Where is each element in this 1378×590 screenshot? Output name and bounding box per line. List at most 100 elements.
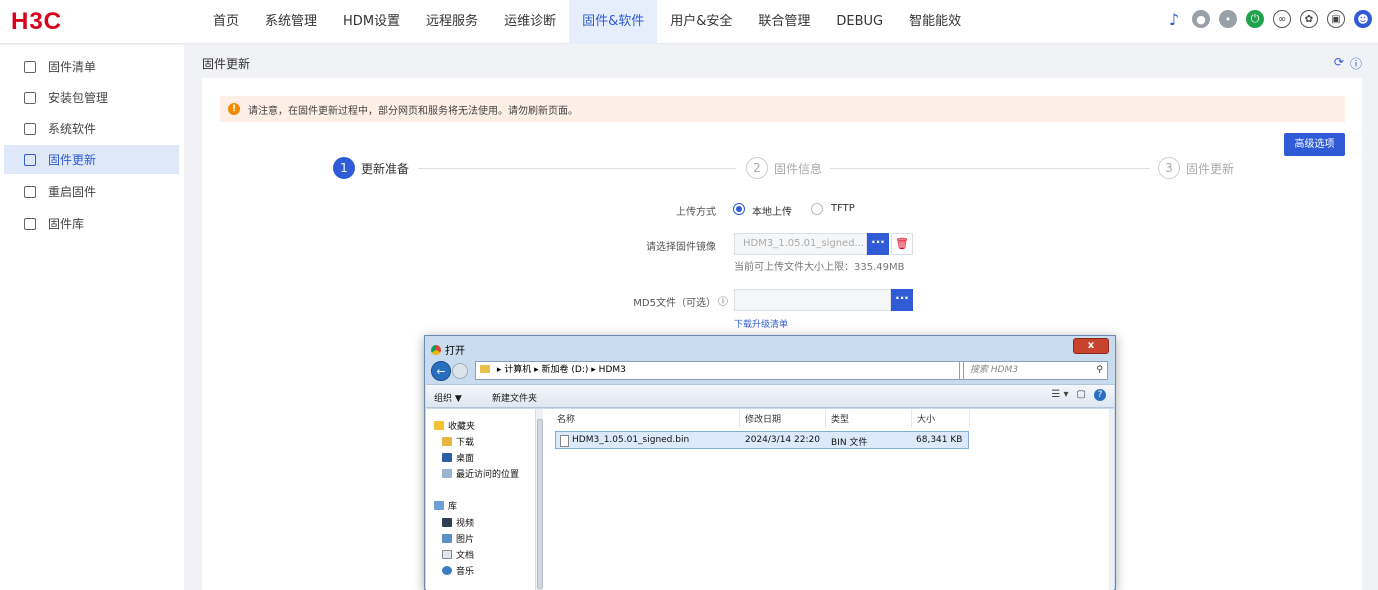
nav-pane-scrollbar[interactable] (535, 409, 543, 590)
uid-icon[interactable]: • (1219, 10, 1237, 28)
back-arrow-icon[interactable]: ← (431, 361, 451, 381)
step-number: 2 (746, 157, 768, 179)
nav-user-security[interactable]: 用户&安全 (657, 0, 745, 44)
nav-recent-places[interactable]: 最近访问的位置 (442, 467, 519, 480)
user-avatar-icon[interactable]: ☻ (1354, 10, 1372, 28)
refresh-icon[interactable]: ⟳ (1334, 55, 1344, 72)
file-row[interactable]: HDM3_1.05.01_signed.bin 2024/3/14 22:20 … (555, 431, 969, 449)
sidebar-item-package-management[interactable]: 安装包管理 (4, 83, 179, 112)
view-controls: ☰ ▾ ▢ ? (1051, 389, 1106, 401)
library-icon (434, 501, 444, 510)
column-divider (825, 409, 826, 428)
radio-tftp-label: TFTP (831, 203, 855, 214)
advanced-options-button[interactable]: 高级选项 (1284, 133, 1345, 156)
pictures-icon (442, 534, 452, 543)
forward-arrow-icon[interactable] (452, 363, 468, 379)
folder-icon (480, 365, 490, 373)
firmware-image-input[interactable]: HDM3_1.05.01_signed... (734, 233, 867, 255)
step-connector (830, 168, 1150, 169)
dialog-toolbar: 组织 ▼ 新建文件夹 ☰ ▾ ▢ ? (426, 384, 1114, 408)
preview-pane-icon[interactable]: ▢ (1077, 389, 1086, 401)
power-icon[interactable]: ⏻ (1246, 10, 1264, 28)
new-folder-button[interactable]: 新建文件夹 (492, 391, 537, 404)
browse-image-button[interactable]: ··· (867, 233, 889, 255)
question-icon[interactable]: ⓘ (718, 293, 728, 308)
h3c-logo[interactable]: H3C (11, 8, 62, 36)
column-type[interactable]: 类型 (831, 412, 849, 425)
address-row: ← ▸ 计算机 ▸ 新加卷 (D:) ▸ HDM3 ↻ 搜索 HDM3 ⚲ (429, 360, 1111, 382)
dialog-title: 打开 (431, 342, 465, 357)
dialog-close-button[interactable]: x (1073, 338, 1109, 354)
nav-videos[interactable]: 视频 (442, 516, 474, 529)
md5-file-input[interactable] (734, 289, 891, 311)
dialog-search-input[interactable]: 搜索 HDM3 ⚲ (963, 361, 1108, 380)
column-divider (911, 409, 912, 428)
star-icon (434, 421, 444, 430)
status-gray-icon[interactable]: ● (1192, 10, 1210, 28)
nav-music[interactable]: 音乐 (442, 564, 474, 577)
dialog-title-text: 打开 (445, 346, 465, 357)
update-icon (24, 153, 36, 166)
step-connector (418, 168, 736, 169)
palette-icon[interactable]: ✿ (1300, 10, 1318, 28)
chrome-icon (431, 344, 441, 355)
nav-home[interactable]: 首页 (200, 0, 252, 44)
nav-downloads[interactable]: 下载 (442, 435, 474, 448)
column-divider (969, 409, 970, 428)
firmware-image-label: 请选择固件镜像 (646, 242, 716, 253)
browse-md5-button[interactable]: ··· (891, 289, 913, 311)
nav-hdm-settings[interactable]: HDM设置 (330, 0, 413, 44)
address-bar[interactable]: ▸ 计算机 ▸ 新加卷 (D:) ▸ HDM3 (475, 361, 963, 380)
trash-icon[interactable]: 🗑 (891, 233, 913, 255)
nav-firmware-software[interactable]: 固件&软件 (569, 0, 658, 44)
clipboard-icon[interactable]: ▣ (1327, 10, 1345, 28)
nav-favorites[interactable]: 收藏夹 (434, 419, 475, 432)
step-label: 固件更新 (1186, 161, 1235, 176)
link-icon[interactable]: ∞ (1273, 10, 1291, 28)
column-divider (739, 409, 740, 428)
nav-libraries[interactable]: 库 (434, 499, 457, 512)
nav-diagnostics[interactable]: 运维诊断 (491, 0, 569, 44)
page-actions: ⟳ ⓘ (1334, 55, 1362, 72)
nav-federation[interactable]: 联合管理 (745, 0, 823, 44)
nav-debug[interactable]: DEBUG (823, 0, 896, 44)
column-name[interactable]: 名称 (557, 412, 575, 425)
download-upgrade-list-link[interactable]: 下载升级清单 (734, 317, 788, 330)
sidebar-item-label: 安装包管理 (48, 91, 109, 105)
sidebar-item-system-software[interactable]: 系统软件 (4, 114, 179, 143)
breadcrumb-hdm3[interactable]: HDM3 (599, 365, 626, 375)
radio-local-upload[interactable] (733, 203, 745, 215)
help-icon[interactable]: ⓘ (1350, 55, 1362, 72)
warning-notice: ! 请注意，在固件更新过程中，部分网页和服务将无法使用。请勿刷新页面。 (220, 96, 1345, 122)
breadcrumb-drive[interactable]: 新加卷 (D:) (542, 365, 589, 375)
sidebar-item-firmware-list[interactable]: 固件清单 (4, 52, 179, 81)
nav-energy[interactable]: 智能能效 (896, 0, 974, 44)
sidebar-item-label: 重启固件 (48, 185, 97, 199)
recent-places-icon (442, 469, 452, 478)
help-icon[interactable]: ? (1094, 389, 1106, 401)
step-label: 更新准备 (361, 161, 410, 176)
restart-icon (24, 185, 36, 198)
breadcrumb-computer[interactable]: 计算机 (504, 365, 531, 375)
step-number: 3 (1158, 157, 1180, 179)
top-bar: H3C 首页 系统管理 HDM设置 远程服务 运维诊断 固件&软件 用户&安全 … (0, 0, 1378, 44)
sidebar-item-firmware-update[interactable]: 固件更新 (4, 145, 179, 174)
nav-documents[interactable]: 文档 (442, 548, 474, 561)
column-date[interactable]: 修改日期 (745, 412, 781, 425)
package-icon (24, 91, 36, 104)
bell-icon[interactable]: ♪ (1165, 10, 1183, 29)
nav-desktop[interactable]: 桌面 (442, 451, 474, 464)
radio-tftp[interactable] (811, 203, 823, 215)
organize-menu[interactable]: 组织 ▼ (434, 391, 462, 404)
nav-pictures[interactable]: 图片 (442, 532, 474, 545)
column-size[interactable]: 大小 (917, 412, 935, 425)
nav-system-management[interactable]: 系统管理 (252, 0, 330, 44)
md5-file-label: MD5文件（可选） (633, 298, 716, 309)
view-options-icon[interactable]: ☰ ▾ (1051, 389, 1068, 401)
monitor-icon (24, 122, 36, 135)
nav-remote-services[interactable]: 远程服务 (413, 0, 491, 44)
sidebar-item-restart-firmware[interactable]: 重启固件 (4, 177, 179, 206)
sidebar-item-firmware-library[interactable]: 固件库 (4, 209, 179, 238)
desktop-icon (442, 453, 452, 462)
file-pane-scrollbar[interactable] (1109, 409, 1114, 590)
